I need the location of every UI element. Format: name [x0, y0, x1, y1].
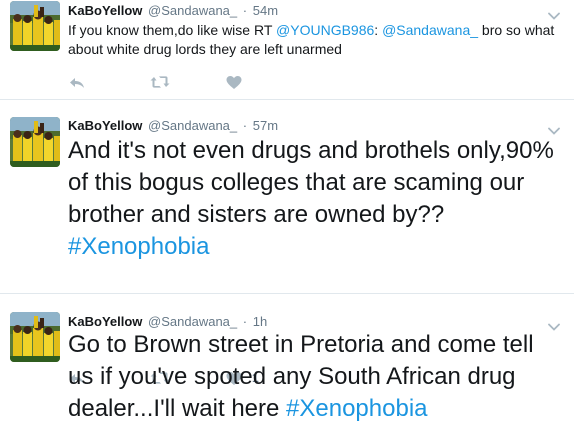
- mention-link[interactable]: @Sandawana_: [382, 22, 478, 38]
- author-handle[interactable]: @Sandawana_: [148, 314, 237, 329]
- timestamp[interactable]: 54m: [253, 3, 278, 18]
- author-handle[interactable]: @Sandawana_: [148, 118, 237, 133]
- hashtag-link[interactable]: #Xenophobia: [68, 233, 209, 260]
- tweet-text: And it's not even drugs and brothels onl…: [68, 135, 564, 263]
- tweet[interactable]: KaBoYellow @Sandawana_ · 57m And it's no…: [0, 100, 574, 385]
- chevron-down-icon[interactable]: [548, 7, 560, 20]
- tweet-header: KaBoYellow @Sandawana_ · 57m: [68, 118, 278, 134]
- chevron-down-icon[interactable]: [548, 122, 560, 135]
- reply-icon: [70, 77, 84, 88]
- timestamp[interactable]: 1h: [253, 314, 267, 329]
- tweet-header: KaBoYellow @Sandawana_ · 1h: [68, 314, 267, 330]
- avatar[interactable]: [10, 1, 60, 51]
- like-button[interactable]: [226, 74, 252, 90]
- retweet-button[interactable]: [150, 74, 170, 90]
- tweet-text-part: And it's not even drugs and brothels onl…: [68, 137, 554, 228]
- tweet[interactable]: KaBoYellow @Sandawana_ · 1h Go to Brown …: [0, 294, 574, 435]
- hashtag-link[interactable]: #Xenophobia: [286, 395, 427, 422]
- tweet-text: If you know them,do like wise RT @YOUNGB…: [68, 21, 564, 59]
- author-handle[interactable]: @Sandawana_: [148, 3, 237, 18]
- separator: ·: [242, 3, 248, 18]
- separator: ·: [242, 314, 248, 329]
- author-name[interactable]: KaBoYellow: [68, 3, 142, 18]
- heart-icon: [226, 75, 242, 89]
- mention-link[interactable]: @YOUNGB986: [276, 22, 374, 38]
- separator: ·: [242, 118, 248, 133]
- chevron-down-icon[interactable]: [548, 318, 560, 331]
- avatar[interactable]: [10, 117, 60, 167]
- tweet-header: KaBoYellow @Sandawana_ · 54m: [68, 3, 278, 19]
- tweet-text-part: If you know them,do like wise RT: [68, 22, 277, 38]
- timestamp[interactable]: 57m: [253, 118, 278, 133]
- tweet-text-part: :: [374, 22, 383, 38]
- author-name[interactable]: KaBoYellow: [68, 314, 142, 329]
- avatar[interactable]: [10, 312, 60, 362]
- tweet[interactable]: KaBoYellow @Sandawana_ · 54m If you know…: [0, 0, 574, 100]
- retweet-icon: [150, 76, 170, 88]
- author-name[interactable]: KaBoYellow: [68, 118, 142, 133]
- tweet-text: Go to Brown street in Pretoria and come …: [68, 329, 564, 425]
- reply-button[interactable]: [68, 74, 85, 90]
